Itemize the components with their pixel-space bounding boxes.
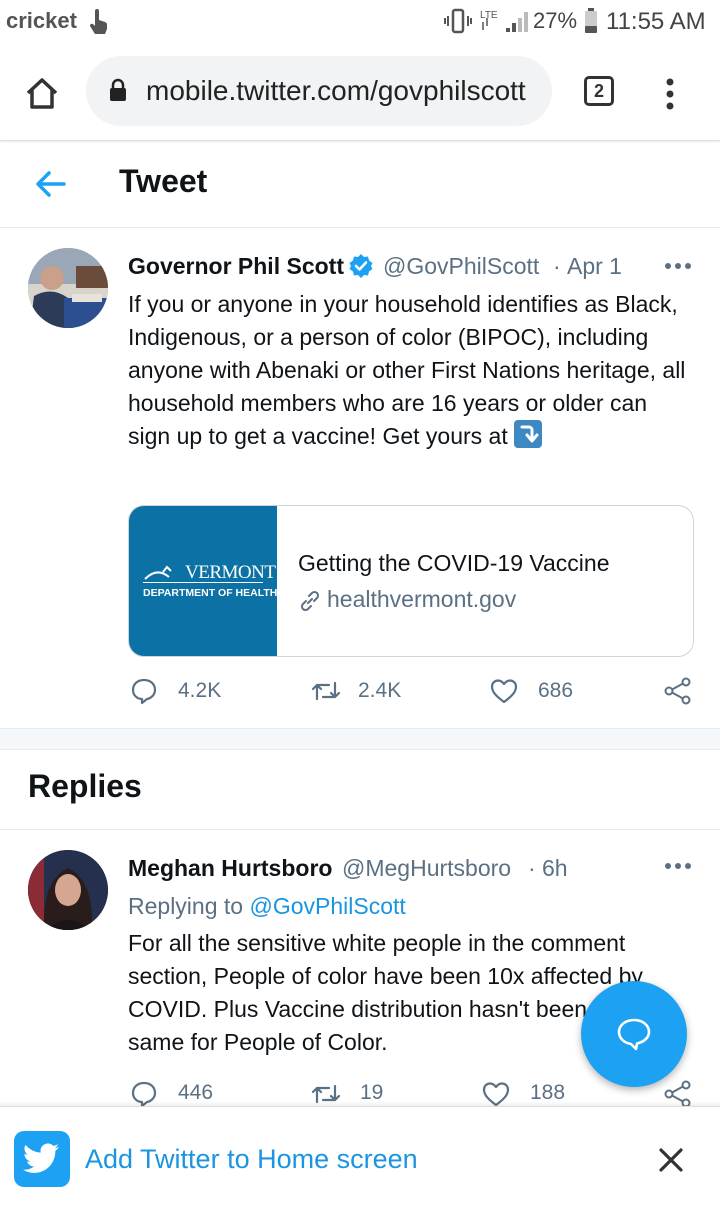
status-bar: cricket LTE 27% 11:55 AM [0,0,720,44]
logo-subtitle: DEPARTMENT OF HEALTH [143,587,278,599]
twitter-bird-icon [14,1131,70,1187]
reply-like-count: 188 [530,1081,566,1104]
replies-heading: Replies [28,768,142,804]
replying-to: Replying to @GovPhilScott [128,893,406,920]
reply-count: 4.2K [178,679,222,702]
reply-icon [131,678,157,705]
reply-button[interactable]: 4.2K [130,677,230,705]
add-to-home-banner[interactable]: Add Twitter to Home screen [0,1106,720,1207]
vibrate-icon [444,8,472,34]
reply-more-options-icon[interactable] [664,862,692,870]
card-domain: healthvermont.gov [327,586,517,612]
battery-icon [585,8,597,33]
retweet-count: 2.4K [358,679,402,702]
speech-bubble-icon [617,1018,651,1051]
more-vert-icon[interactable] [658,74,682,114]
mountain-logo-icon [144,565,172,580]
add-to-home-label[interactable]: Add Twitter to Home screen [85,1144,418,1175]
reply-time[interactable]: 6h [542,855,568,882]
page-header: Tweet [0,141,720,228]
vermont-health-logo: VERMONT DEPARTMENT OF HEALTH [129,506,277,656]
page-title: Tweet [119,163,208,199]
card-title: Getting the COVID-19 Vaccine [298,550,610,576]
meta-separator: · [553,253,561,279]
reply-author-name[interactable]: Meghan Hurtsboro [128,855,332,882]
verified-badge-icon [349,254,373,278]
tweet-date[interactable]: Apr 1 [567,253,622,280]
reply-like-button[interactable]: 188 [482,1080,582,1108]
reply-meta-separator: · [528,855,536,881]
retweet-icon [311,1084,341,1104]
retweet-button[interactable]: 2.4K [311,677,411,705]
replying-to-prefix: Replying to [128,893,244,919]
home-icon[interactable] [24,76,60,110]
like-button[interactable]: 686 [490,677,590,705]
browser-toolbar: mobile.twitter.com/govphilscott 2 [0,44,720,141]
url-text[interactable]: mobile.twitter.com/govphilscott [146,75,540,107]
back-arrow-icon[interactable] [34,169,68,199]
reply-reply-button[interactable]: 446 [130,1080,230,1108]
reply-retweet-count: 19 [360,1081,384,1104]
replying-to-mention[interactable]: @GovPhilScott [249,893,405,919]
reply-reply-count: 446 [178,1081,214,1104]
share-icon[interactable] [664,677,692,705]
battery-percent: 27% [533,8,578,33]
author-name[interactable]: Governor Phil Scott [128,253,344,280]
divider [0,829,720,830]
link-icon [300,590,320,612]
tab-switcher-button[interactable]: 2 [584,76,614,106]
svg-text:LTE: LTE [480,10,498,21]
tweet-text: If you or anyone in your household ident… [128,288,688,453]
reply-author-handle[interactable]: @MegHurtsboro [342,855,511,882]
tweet-body: If you or anyone in your household ident… [128,291,686,449]
more-options-icon[interactable] [664,262,692,270]
touch-icon [89,9,108,34]
logo-wordmark: VERMONT [185,562,276,583]
lock-icon [110,78,126,101]
logo-rule [143,582,263,583]
like-count: 686 [538,679,574,702]
signal-icon: LTE [480,10,528,32]
author-avatar[interactable] [28,248,108,328]
close-icon[interactable] [658,1147,684,1173]
heart-icon [482,1082,510,1107]
reply-icon [131,1081,157,1108]
link-preview-card[interactable]: VERMONT DEPARTMENT OF HEALTH Getting the… [128,505,694,657]
clock: 11:55 AM [606,8,706,35]
section-divider [0,728,720,750]
reply-author-avatar[interactable] [28,850,108,930]
author-handle[interactable]: @GovPhilScott [383,253,539,280]
compose-reply-button[interactable] [581,981,687,1087]
heart-icon [490,679,518,704]
reply-share-icon[interactable] [664,1080,692,1108]
arrow-down-emoji-icon [513,420,542,448]
carrier-name: cricket [6,8,77,33]
reply-retweet-button[interactable]: 19 [311,1080,411,1108]
retweet-icon [311,681,341,701]
